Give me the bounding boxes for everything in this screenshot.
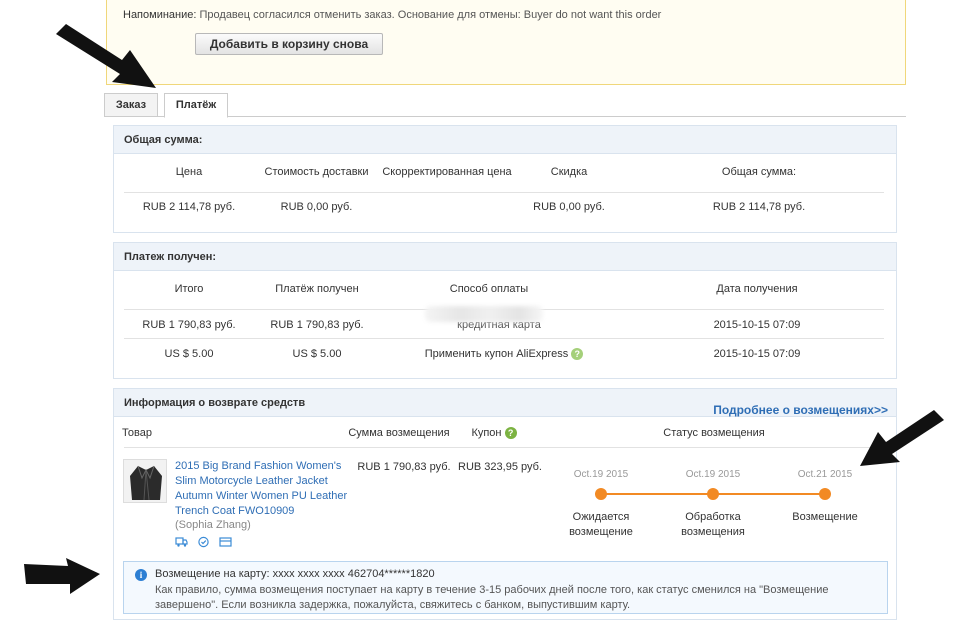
payment-row2-total: US $ 5.00 xyxy=(164,348,214,360)
refund-panel: Информация о возврате средств Подробнее … xyxy=(113,388,897,620)
timeline-date-3: Oct.21 2015 xyxy=(797,469,853,480)
timeline-label-1: Ожидается возмещение xyxy=(569,511,633,538)
divider xyxy=(124,192,884,193)
refund-header-product: Товар xyxy=(122,427,152,439)
payment-row2-method: Применить купон AliExpress xyxy=(424,348,569,360)
timeline-dot xyxy=(819,488,831,500)
divider xyxy=(124,447,884,448)
total-header-price: Цена xyxy=(175,166,203,178)
refund-header-status: Статус возмещения xyxy=(663,427,765,439)
payment-header-method: Способ оплаты xyxy=(449,283,529,295)
payment-panel-title: Платеж получен: xyxy=(114,243,896,271)
annotation-arrow-icon xyxy=(56,24,156,88)
refund-panel-title: Информация о возврате средств xyxy=(124,397,306,409)
product-icons xyxy=(175,536,238,548)
refund-header-coupon-wrap: Купон ? xyxy=(464,427,524,440)
total-value-sum: RUB 2 114,78 руб. xyxy=(712,201,806,213)
payment-row2-method-wrap: Применить купон AliExpress ? xyxy=(414,348,594,361)
refund-info-text: Как правило, сумма возмещения поступает … xyxy=(155,584,829,611)
payment-header-received: Платёж получен xyxy=(275,283,359,295)
refund-amount-value: RUB 1 790,83 руб. xyxy=(357,461,451,473)
refund-card-title: Возмещение на карту: xxxx xxxx xxxx 4627… xyxy=(155,568,435,580)
total-header-adjusted: Скорректированная цена xyxy=(382,166,512,178)
shipping-icon[interactable] xyxy=(175,536,188,548)
info-icon: i xyxy=(135,569,147,581)
help-icon[interactable]: ? xyxy=(504,427,517,440)
tab-bar: Заказ Платёж xyxy=(104,93,906,118)
refund-header-coupon: Купон xyxy=(471,427,502,439)
timeline-dot xyxy=(707,488,719,500)
product-title-link[interactable]: 2015 Big Brand Fashion Women's Slim Moto… xyxy=(175,459,355,519)
divider xyxy=(124,338,884,339)
payment-header-date: Дата получения xyxy=(716,283,798,295)
total-value-price: RUB 2 114,78 руб. xyxy=(142,201,236,213)
total-header-sum: Общая сумма: xyxy=(721,166,797,178)
refund-header-amount: Сумма возмещения xyxy=(348,427,450,439)
redacted-blur xyxy=(425,306,543,322)
order-notice: Напоминание: Продавец согласился отменит… xyxy=(106,0,906,85)
payment-panel: Платеж получен: Итого Платёж получен Спо… xyxy=(113,242,897,379)
total-value-shipping: RUB 0,00 руб. xyxy=(280,201,353,213)
payment-header-total: Итого xyxy=(174,283,204,295)
total-header-discount: Скидка xyxy=(550,166,588,178)
annotation-arrow-icon xyxy=(24,558,100,594)
timeline-label-2: Обработка возмещения xyxy=(681,511,745,538)
payment-row1-total: RUB 1 790,83 руб. xyxy=(142,319,236,331)
timeline-date-2: Oct.19 2015 xyxy=(685,469,741,480)
add-to-cart-again-button[interactable]: Добавить в корзину снова xyxy=(195,33,383,55)
annotation-arrow-icon xyxy=(860,410,944,466)
total-value-discount: RUB 0,00 руб. xyxy=(533,201,605,213)
refund-panel-header: Информация о возврате средств Подробнее … xyxy=(114,389,896,417)
payment-row1-received: RUB 1 790,83 руб. xyxy=(270,319,364,331)
tab-payment[interactable]: Платёж xyxy=(164,93,228,118)
notice-text: Продавец согласился отменить заказ. Осно… xyxy=(199,9,662,21)
total-header-shipping: Стоимость доставки xyxy=(264,166,369,178)
refund-info-box: i Возмещение на карту: xxxx xxxx xxxx 46… xyxy=(123,561,888,614)
refresh-icon[interactable] xyxy=(197,536,210,548)
payment-row2-received: US $ 5.00 xyxy=(292,348,342,360)
tab-order[interactable]: Заказ xyxy=(104,93,158,117)
notice-line: Напоминание: Продавец согласился отменит… xyxy=(123,9,661,21)
card-icon[interactable] xyxy=(219,536,232,548)
timeline-label-3: Возмещение xyxy=(792,511,858,523)
refund-coupon-value: RUB 323,95 руб. xyxy=(458,461,542,473)
help-icon[interactable]: ? xyxy=(571,348,584,361)
product-thumbnail[interactable] xyxy=(123,459,167,503)
seller-name: (Sophia Zhang) xyxy=(175,519,251,531)
timeline-dot xyxy=(595,488,607,500)
total-panel: Общая сумма: Цена Стоимость доставки Ско… xyxy=(113,125,897,233)
timeline-date-1: Oct.19 2015 xyxy=(573,469,629,480)
payment-row2-date: 2015-10-15 07:09 xyxy=(713,348,801,360)
total-panel-title: Общая сумма: xyxy=(114,126,896,154)
payment-row1-date: 2015-10-15 07:09 xyxy=(713,319,801,331)
